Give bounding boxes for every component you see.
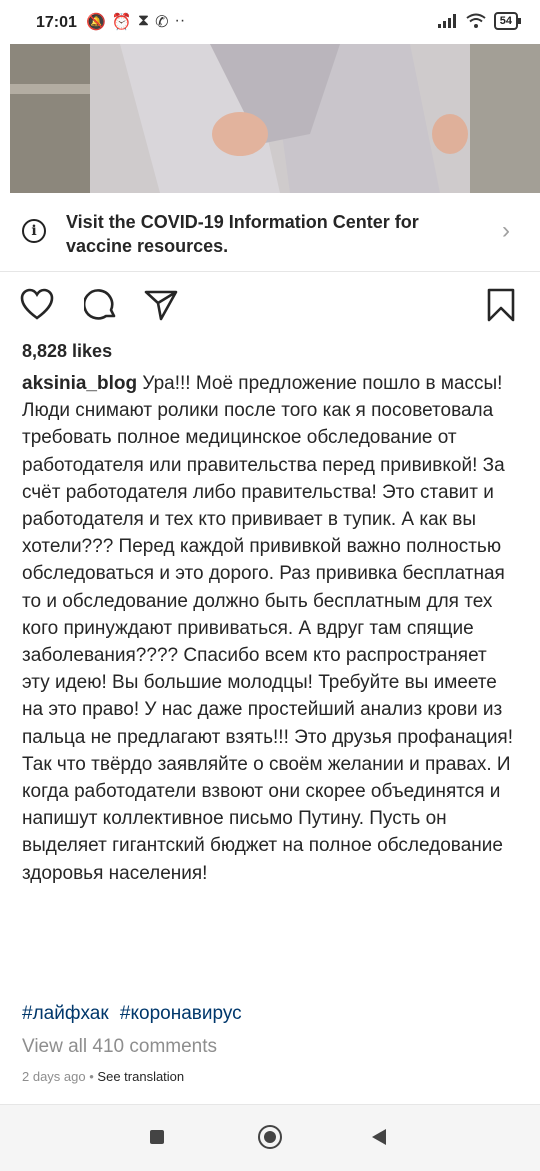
hashtag-link[interactable]: #коронавирус	[120, 1003, 242, 1024]
see-translation-link[interactable]: See translation	[97, 1069, 184, 1084]
battery-icon: 54	[493, 12, 522, 30]
status-system-icons: 54	[437, 12, 522, 30]
meta-separator: •	[89, 1069, 94, 1084]
comment-icon[interactable]	[84, 288, 118, 322]
hourglass-icon: ⧗	[137, 12, 150, 29]
recents-button[interactable]	[150, 1130, 164, 1144]
back-button[interactable]	[372, 1129, 386, 1145]
hashtags: #лайфхак #коронавирус	[22, 1003, 248, 1025]
post-meta: 2 days ago • See translation	[22, 1069, 184, 1084]
status-time: 17:01	[36, 14, 77, 31]
whatsapp-icon: ✆	[155, 14, 169, 31]
hashtag-link[interactable]: #лайфхак	[22, 1003, 109, 1024]
home-button[interactable]	[258, 1125, 282, 1149]
post-image[interactable]	[10, 44, 540, 193]
post-time: 2 days ago	[22, 1069, 86, 1084]
signal-icon	[437, 14, 456, 28]
status-bar: 17:01 🔕 ⏰ ⧗ ✆ ·· 54	[0, 0, 540, 44]
wifi-icon	[466, 13, 486, 28]
post-photo-illustration	[10, 44, 540, 193]
chevron-right-icon: ›	[502, 217, 510, 244]
alarm-icon: ⏰	[111, 14, 132, 31]
post-actions	[0, 272, 540, 334]
covid-info-text: Visit the COVID-19 Information Center fo…	[66, 212, 419, 256]
post-caption: aksinia_blog Ура!!! Моё предложение пошл…	[22, 370, 518, 887]
heart-icon[interactable]	[20, 288, 54, 322]
mute-icon: 🔕	[86, 14, 106, 31]
view-comments-link[interactable]: View all 410 comments	[22, 1036, 217, 1058]
share-icon[interactable]	[144, 288, 178, 322]
bookmark-icon[interactable]	[484, 288, 518, 322]
info-icon: i	[22, 219, 46, 243]
caption-text: Ура!!! Моё предложение пошло в массы! Лю…	[22, 373, 513, 884]
likes-count[interactable]: 8,828 likes	[22, 341, 112, 362]
caption-username[interactable]: aksinia_blog	[22, 373, 137, 394]
system-nav-bar	[0, 1104, 540, 1171]
status-notification-icons: 🔕 ⏰ ⧗ ✆ ··	[86, 12, 185, 32]
more-icon: ··	[174, 12, 186, 29]
covid-info-banner[interactable]: i Visit the COVID-19 Information Center …	[0, 193, 540, 272]
